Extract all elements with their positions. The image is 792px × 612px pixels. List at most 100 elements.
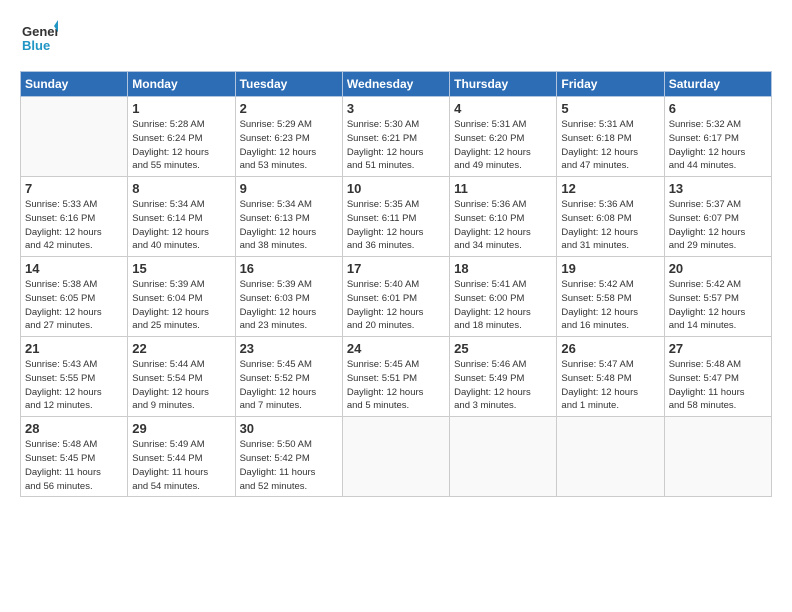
day-info: Sunrise: 5:33 AMSunset: 6:16 PMDaylight:… — [25, 198, 123, 253]
day-info: Sunrise: 5:39 AMSunset: 6:04 PMDaylight:… — [132, 278, 230, 333]
weekday-header: Wednesday — [342, 72, 449, 97]
calendar-cell: 30 Sunrise: 5:50 AMSunset: 5:42 PMDayligh… — [235, 417, 342, 497]
day-number: 11 — [454, 181, 552, 196]
calendar-cell: 18 Sunrise: 5:41 AMSunset: 6:00 PMDayligh… — [450, 257, 557, 337]
day-info: Sunrise: 5:41 AMSunset: 6:00 PMDaylight:… — [454, 278, 552, 333]
calendar-cell: 14 Sunrise: 5:38 AMSunset: 6:05 PMDayligh… — [21, 257, 128, 337]
day-number: 22 — [132, 341, 230, 356]
logo: General Blue — [20, 18, 58, 61]
day-number: 16 — [240, 261, 338, 276]
calendar-page: General Blue SundayMondayTuesdayWednesda… — [0, 0, 792, 612]
calendar-cell: 13 Sunrise: 5:37 AMSunset: 6:07 PMDayligh… — [664, 177, 771, 257]
logo-icon: General Blue — [20, 18, 58, 56]
day-info: Sunrise: 5:48 AMSunset: 5:45 PMDaylight:… — [25, 438, 123, 493]
calendar-cell: 1 Sunrise: 5:28 AMSunset: 6:24 PMDaylight… — [128, 97, 235, 177]
day-info: Sunrise: 5:39 AMSunset: 6:03 PMDaylight:… — [240, 278, 338, 333]
calendar-cell: 22 Sunrise: 5:44 AMSunset: 5:54 PMDayligh… — [128, 337, 235, 417]
calendar-cell — [450, 417, 557, 497]
weekday-header: Saturday — [664, 72, 771, 97]
calendar-cell: 11 Sunrise: 5:36 AMSunset: 6:10 PMDayligh… — [450, 177, 557, 257]
day-info: Sunrise: 5:32 AMSunset: 6:17 PMDaylight:… — [669, 118, 767, 173]
calendar-cell: 7 Sunrise: 5:33 AMSunset: 6:16 PMDaylight… — [21, 177, 128, 257]
calendar-cell — [342, 417, 449, 497]
day-number: 19 — [561, 261, 659, 276]
calendar-cell: 10 Sunrise: 5:35 AMSunset: 6:11 PMDayligh… — [342, 177, 449, 257]
weekday-header: Thursday — [450, 72, 557, 97]
calendar-week-row: 21Sunrise: 5:43 AMSunset: 5:55 PMDayligh… — [21, 337, 772, 417]
day-info: Sunrise: 5:40 AMSunset: 6:01 PMDaylight:… — [347, 278, 445, 333]
day-number: 18 — [454, 261, 552, 276]
day-info: Sunrise: 5:44 AMSunset: 5:54 PMDaylight:… — [132, 358, 230, 413]
calendar-cell: 17 Sunrise: 5:40 AMSunset: 6:01 PMDayligh… — [342, 257, 449, 337]
calendar-cell: 6 Sunrise: 5:32 AMSunset: 6:17 PMDaylight… — [664, 97, 771, 177]
day-number: 4 — [454, 101, 552, 116]
day-info: Sunrise: 5:38 AMSunset: 6:05 PMDaylight:… — [25, 278, 123, 333]
svg-text:Blue: Blue — [22, 38, 50, 53]
day-number: 28 — [25, 421, 123, 436]
day-info: Sunrise: 5:31 AMSunset: 6:20 PMDaylight:… — [454, 118, 552, 173]
day-number: 29 — [132, 421, 230, 436]
calendar-cell — [664, 417, 771, 497]
calendar-cell: 23 Sunrise: 5:45 AMSunset: 5:52 PMDayligh… — [235, 337, 342, 417]
day-number: 14 — [25, 261, 123, 276]
day-info: Sunrise: 5:43 AMSunset: 5:55 PMDaylight:… — [25, 358, 123, 413]
calendar-table: SundayMondayTuesdayWednesdayThursdayFrid… — [20, 71, 772, 497]
day-number: 13 — [669, 181, 767, 196]
day-info: Sunrise: 5:50 AMSunset: 5:42 PMDaylight:… — [240, 438, 338, 493]
weekday-header: Tuesday — [235, 72, 342, 97]
day-info: Sunrise: 5:36 AMSunset: 6:08 PMDaylight:… — [561, 198, 659, 253]
day-info: Sunrise: 5:34 AMSunset: 6:14 PMDaylight:… — [132, 198, 230, 253]
day-info: Sunrise: 5:48 AMSunset: 5:47 PMDaylight:… — [669, 358, 767, 413]
day-info: Sunrise: 5:45 AMSunset: 5:52 PMDaylight:… — [240, 358, 338, 413]
calendar-cell: 5Sunrise: 5:31 AMSunset: 6:18 PMDaylight… — [557, 97, 664, 177]
calendar-cell: 4 Sunrise: 5:31 AMSunset: 6:20 PMDaylight… — [450, 97, 557, 177]
calendar-cell: 9Sunrise: 5:34 AMSunset: 6:13 PMDaylight… — [235, 177, 342, 257]
day-number: 30 — [240, 421, 338, 436]
calendar-cell: 29Sunrise: 5:49 AMSunset: 5:44 PMDayligh… — [128, 417, 235, 497]
day-number: 15 — [132, 261, 230, 276]
day-number: 17 — [347, 261, 445, 276]
calendar-cell: 26Sunrise: 5:47 AMSunset: 5:48 PMDayligh… — [557, 337, 664, 417]
weekday-header: Friday — [557, 72, 664, 97]
day-info: Sunrise: 5:36 AMSunset: 6:10 PMDaylight:… — [454, 198, 552, 253]
calendar-cell: 28 Sunrise: 5:48 AMSunset: 5:45 PMDayligh… — [21, 417, 128, 497]
day-number: 1 — [132, 101, 230, 116]
day-number: 8 — [132, 181, 230, 196]
day-number: 23 — [240, 341, 338, 356]
calendar-cell — [557, 417, 664, 497]
day-number: 27 — [669, 341, 767, 356]
day-number: 10 — [347, 181, 445, 196]
day-number: 25 — [454, 341, 552, 356]
day-number: 20 — [669, 261, 767, 276]
day-info: Sunrise: 5:42 AMSunset: 5:57 PMDaylight:… — [669, 278, 767, 333]
calendar-cell — [21, 97, 128, 177]
header: General Blue — [20, 18, 772, 61]
calendar-cell: 24Sunrise: 5:45 AMSunset: 5:51 PMDayligh… — [342, 337, 449, 417]
day-info: Sunrise: 5:45 AMSunset: 5:51 PMDaylight:… — [347, 358, 445, 413]
calendar-week-row: 14 Sunrise: 5:38 AMSunset: 6:05 PMDayligh… — [21, 257, 772, 337]
calendar-cell: 25Sunrise: 5:46 AMSunset: 5:49 PMDayligh… — [450, 337, 557, 417]
day-info: Sunrise: 5:29 AMSunset: 6:23 PMDaylight:… — [240, 118, 338, 173]
calendar-cell: 15 Sunrise: 5:39 AMSunset: 6:04 PMDayligh… — [128, 257, 235, 337]
calendar-cell: 19 Sunrise: 5:42 AMSunset: 5:58 PMDayligh… — [557, 257, 664, 337]
calendar-cell: 2Sunrise: 5:29 AMSunset: 6:23 PMDaylight… — [235, 97, 342, 177]
day-number: 9 — [240, 181, 338, 196]
weekday-header: Monday — [128, 72, 235, 97]
calendar-week-row: 7 Sunrise: 5:33 AMSunset: 6:16 PMDaylight… — [21, 177, 772, 257]
calendar-cell: 20 Sunrise: 5:42 AMSunset: 5:57 PMDayligh… — [664, 257, 771, 337]
calendar-cell: 12Sunrise: 5:36 AMSunset: 6:08 PMDayligh… — [557, 177, 664, 257]
day-info: Sunrise: 5:42 AMSunset: 5:58 PMDaylight:… — [561, 278, 659, 333]
day-info: Sunrise: 5:30 AMSunset: 6:21 PMDaylight:… — [347, 118, 445, 173]
calendar-week-row: 28 Sunrise: 5:48 AMSunset: 5:45 PMDayligh… — [21, 417, 772, 497]
day-info: Sunrise: 5:37 AMSunset: 6:07 PMDaylight:… — [669, 198, 767, 253]
day-number: 6 — [669, 101, 767, 116]
weekday-header: Sunday — [21, 72, 128, 97]
day-info: Sunrise: 5:28 AMSunset: 6:24 PMDaylight:… — [132, 118, 230, 173]
day-number: 5 — [561, 101, 659, 116]
calendar-cell: 16 Sunrise: 5:39 AMSunset: 6:03 PMDayligh… — [235, 257, 342, 337]
calendar-cell: 27 Sunrise: 5:48 AMSunset: 5:47 PMDayligh… — [664, 337, 771, 417]
day-number: 26 — [561, 341, 659, 356]
day-info: Sunrise: 5:35 AMSunset: 6:11 PMDaylight:… — [347, 198, 445, 253]
day-number: 7 — [25, 181, 123, 196]
day-number: 3 — [347, 101, 445, 116]
